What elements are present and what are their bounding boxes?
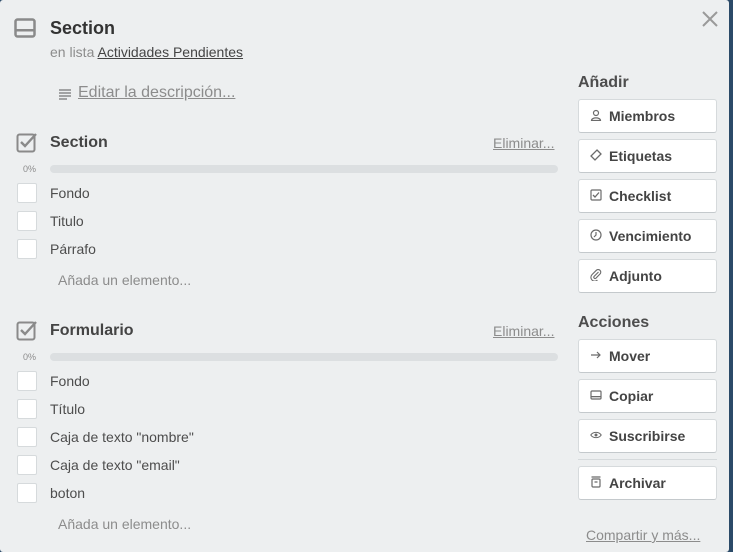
paperclip-icon <box>589 268 603 284</box>
item-checkbox[interactable] <box>17 183 37 203</box>
attachment-button-label: Adjunto <box>609 268 662 284</box>
checklist-button-label: Checklist <box>609 188 672 204</box>
edit-description-link[interactable]: Editar la descripción... <box>78 84 235 102</box>
checkbox-icon <box>589 188 603 204</box>
members-button[interactable]: Miembros <box>578 99 717 133</box>
item-label[interactable]: Fondo <box>50 185 90 201</box>
item-label[interactable]: Caja de texto "email" <box>50 457 180 473</box>
clock-icon <box>589 228 603 244</box>
progress-percent: 0% <box>23 352 37 362</box>
progress-bar <box>50 165 558 173</box>
checklist-item[interactable]: Fondo <box>17 182 90 204</box>
item-label[interactable]: Párrafo <box>50 241 96 257</box>
checklist-delete-link[interactable]: Eliminar... <box>493 135 554 151</box>
checklist-item[interactable]: boton <box>17 482 85 504</box>
item-checkbox[interactable] <box>17 427 37 447</box>
move-button[interactable]: Mover <box>578 339 717 373</box>
close-icon[interactable] <box>700 9 720 29</box>
item-checkbox[interactable] <box>17 211 37 231</box>
labels-button[interactable]: Etiquetas <box>578 139 717 173</box>
person-icon <box>589 109 603 124</box>
copy-button-label: Copiar <box>609 388 654 404</box>
archive-icon <box>589 475 603 491</box>
labels-button-label: Etiquetas <box>609 148 673 164</box>
checklist-icon <box>16 319 38 341</box>
progress-percent: 0% <box>23 164 37 174</box>
item-checkbox[interactable] <box>17 399 37 419</box>
checklist-item[interactable]: Título <box>17 398 85 420</box>
add-heading: Añadir <box>578 74 629 91</box>
checklist-item[interactable]: Párrafo <box>17 238 96 260</box>
actions-heading: Acciones <box>578 314 650 331</box>
edit-description[interactable]: Editar la descripción... <box>58 84 235 102</box>
description-icon <box>58 87 72 100</box>
archive-button-label: Archivar <box>609 475 666 491</box>
archive-button[interactable]: Archivar <box>578 466 717 500</box>
item-label[interactable]: Fondo <box>50 373 90 389</box>
card-title[interactable]: Section <box>50 18 115 39</box>
item-checkbox[interactable] <box>17 455 37 475</box>
card-detail-window: Section en lista Actividades Pendientes … <box>0 0 729 552</box>
checklist-title[interactable]: Section <box>50 134 108 152</box>
checklist-delete-link[interactable]: Eliminar... <box>493 323 554 339</box>
arrow-right-icon <box>589 349 603 364</box>
add-item-button[interactable]: Añada un elemento... <box>58 516 191 532</box>
list-prefix: en lista <box>50 44 95 60</box>
checklist-icon <box>16 131 38 153</box>
item-label[interactable]: Titulo <box>50 213 84 229</box>
checklist-button[interactable]: Checklist <box>578 179 717 213</box>
progress-bar <box>50 353 558 361</box>
share-more-link[interactable]: Compartir y más... <box>586 527 700 543</box>
card-icon <box>589 389 603 404</box>
list-name-link[interactable]: Actividades Pendientes <box>97 44 243 60</box>
move-button-label: Mover <box>609 348 651 364</box>
subscribe-button[interactable]: Suscribirse <box>578 419 717 453</box>
checklist-title[interactable]: Formulario <box>50 322 134 340</box>
item-label[interactable]: Caja de texto "nombre" <box>50 429 194 445</box>
due-date-button-label: Vencimiento <box>609 228 692 244</box>
item-label[interactable]: boton <box>50 485 85 501</box>
checklist-item[interactable]: Fondo <box>17 370 90 392</box>
subscribe-button-label: Suscribirse <box>609 428 686 444</box>
list-info: en lista Actividades Pendientes <box>50 44 243 60</box>
item-checkbox[interactable] <box>17 371 37 391</box>
sidebar-divider <box>578 459 717 460</box>
item-checkbox[interactable] <box>17 483 37 503</box>
card-icon <box>14 18 36 38</box>
copy-button[interactable]: Copiar <box>578 379 717 413</box>
item-label[interactable]: Título <box>50 401 85 417</box>
item-checkbox[interactable] <box>17 239 37 259</box>
due-date-button[interactable]: Vencimiento <box>578 219 717 253</box>
tag-icon <box>589 148 603 164</box>
checklist-item[interactable]: Titulo <box>17 210 84 232</box>
checklist-item[interactable]: Caja de texto "nombre" <box>17 426 194 448</box>
add-item-button[interactable]: Añada un elemento... <box>58 272 191 288</box>
checklist-item[interactable]: Caja de texto "email" <box>17 454 180 476</box>
eye-icon <box>589 429 603 444</box>
members-button-label: Miembros <box>609 108 676 124</box>
attachment-button[interactable]: Adjunto <box>578 259 717 293</box>
